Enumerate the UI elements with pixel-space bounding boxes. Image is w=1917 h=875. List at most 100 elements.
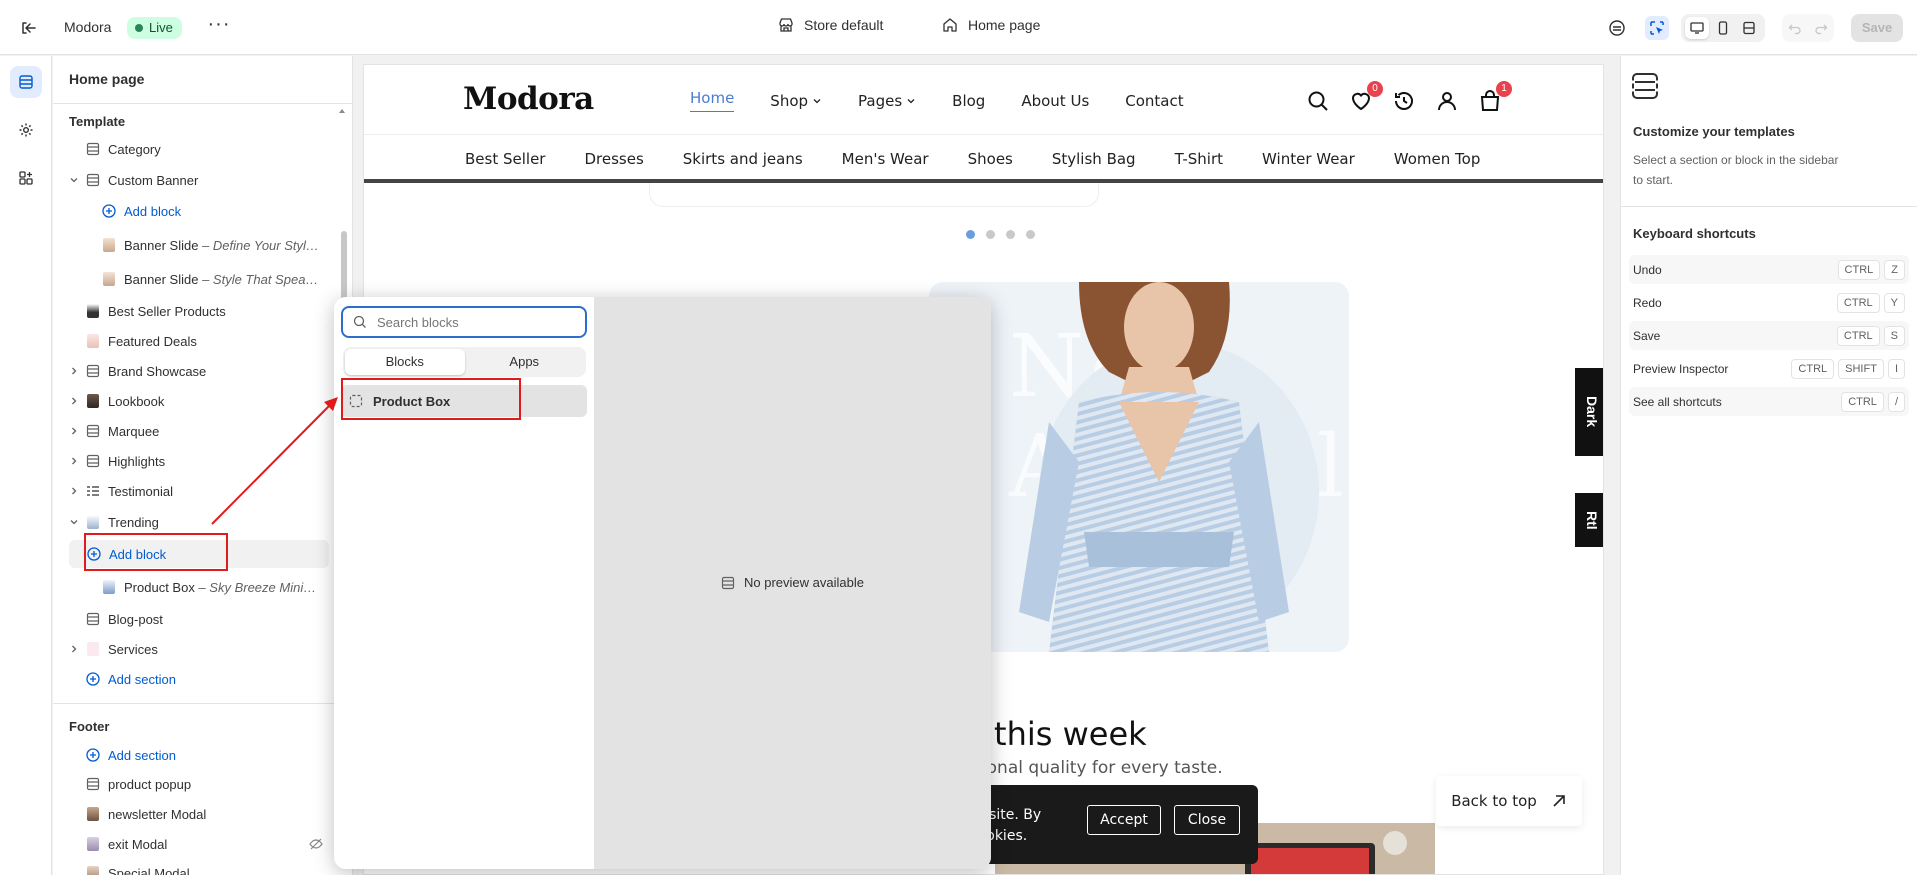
tree-item-custom-banner[interactable]: Custom Banner <box>53 166 329 194</box>
wishlist-heart-icon[interactable]: 0 <box>1349 81 1383 113</box>
tree-item-brand-showcase[interactable]: Brand Showcase <box>53 357 329 385</box>
back-to-top-button[interactable]: Back to top <box>1436 776 1582 826</box>
mobile-icon[interactable] <box>1711 17 1735 39</box>
see-all-shortcuts-link[interactable]: See all shortcuts CTRL / <box>1629 387 1909 416</box>
section-icon <box>721 576 735 589</box>
status-label: Live <box>149 20 173 35</box>
redo-icon[interactable] <box>1814 21 1828 35</box>
chevron-right-icon[interactable] <box>67 454 81 468</box>
image-thumb <box>87 394 99 408</box>
category-link[interactable]: Skirts and jeans <box>683 150 803 168</box>
nav-home[interactable]: Home <box>690 89 735 112</box>
tree-item-lookbook[interactable]: Lookbook <box>53 387 329 415</box>
template-heading: Template <box>69 114 126 129</box>
tree-item-testimonial[interactable]: Testimonial <box>53 477 329 505</box>
tree-item-product-popup[interactable]: product popup <box>53 770 329 798</box>
carousel-dot[interactable] <box>1006 230 1015 239</box>
search-blocks-field[interactable] <box>341 306 587 338</box>
accept-button[interactable]: Accept <box>1087 805 1161 835</box>
chevron-right-icon[interactable] <box>67 364 81 378</box>
carousel-dot[interactable] <box>966 230 975 239</box>
more-actions-button[interactable]: ··· <box>207 14 231 39</box>
site-logo[interactable]: Modora <box>463 81 594 117</box>
tab-apps[interactable]: Apps <box>465 349 585 375</box>
add-block-button[interactable]: Add block <box>53 197 329 225</box>
tree-item-services[interactable]: Services <box>53 635 329 663</box>
exit-icon[interactable] <box>18 18 38 38</box>
store-selector[interactable]: Store default <box>778 17 883 33</box>
tree-item-marquee[interactable]: Marquee <box>53 417 329 445</box>
chevron-down-icon[interactable] <box>67 515 81 529</box>
apps-icon[interactable] <box>10 162 42 194</box>
shortcut-row: Undo CTRL Z <box>1629 255 1909 284</box>
divider <box>1621 206 1917 207</box>
inspector-icon[interactable] <box>1645 16 1669 40</box>
category-link[interactable]: Best Seller <box>465 150 545 168</box>
undo-icon[interactable] <box>1788 21 1802 35</box>
category-link[interactable]: Shoes <box>968 150 1013 168</box>
search-icon[interactable] <box>1306 89 1330 113</box>
nav-pages[interactable]: Pages <box>858 89 916 112</box>
dark-mode-tab[interactable]: Dark <box>1575 368 1603 456</box>
settings-gear-icon[interactable] <box>10 114 42 146</box>
tree-item-category[interactable]: Category <box>53 135 329 163</box>
category-link[interactable]: Women Top <box>1394 150 1481 168</box>
add-section-button[interactable]: Add section <box>53 741 329 769</box>
sections-icon[interactable] <box>10 66 42 98</box>
chevron-right-icon[interactable] <box>67 642 81 656</box>
add-section-button[interactable]: Add section <box>53 665 329 693</box>
shortcut-label: Redo <box>1633 295 1662 310</box>
nav-shop[interactable]: Shop <box>770 89 822 112</box>
category-link[interactable]: Winter Wear <box>1262 150 1355 168</box>
app-embed-icon[interactable] <box>1605 16 1629 40</box>
cart-bag-icon[interactable]: 1 <box>1478 81 1512 113</box>
tree-item-highlights[interactable]: Highlights <box>53 447 329 475</box>
app-name: Modora <box>64 19 112 35</box>
category-link[interactable]: Stylish Bag <box>1052 150 1136 168</box>
tree-item-trending[interactable]: Trending <box>53 508 329 536</box>
desktop-icon[interactable] <box>1685 17 1709 39</box>
tree-item-best-seller[interactable]: Best Seller Products <box>53 297 329 325</box>
nav-contact[interactable]: Contact <box>1125 89 1183 112</box>
nav-blog[interactable]: Blog <box>952 89 985 112</box>
tree-item-banner-slide[interactable]: Banner Slide – Define Your Style... <box>53 231 329 259</box>
account-user-icon[interactable] <box>1435 89 1459 113</box>
rtl-tab[interactable]: Rtl <box>1575 493 1603 547</box>
device-toggle <box>1681 14 1765 42</box>
close-button[interactable]: Close <box>1174 805 1240 835</box>
tree-item-label: Brand Showcase <box>108 363 207 379</box>
back-to-top-label: Back to top <box>1451 792 1537 810</box>
eye-hidden-icon[interactable] <box>309 837 323 851</box>
chevron-right-icon[interactable] <box>67 424 81 438</box>
tab-blocks[interactable]: Blocks <box>345 349 465 375</box>
tree-item-newsletter-modal[interactable]: newsletter Modal <box>53 800 329 828</box>
save-button[interactable]: Save <box>1851 14 1903 42</box>
carousel-dot[interactable] <box>986 230 995 239</box>
tree-item-special-modal[interactable]: Special Modal <box>53 859 329 875</box>
page-selector[interactable]: Home page <box>942 17 1040 33</box>
tree-item-product-box[interactable]: Product Box – Sky Breeze Mini D... <box>53 573 329 601</box>
tree-item-blog-post[interactable]: Blog-post <box>53 605 329 633</box>
nav-about[interactable]: About Us <box>1021 89 1089 112</box>
category-bar: Best Seller Dresses Skirts and jeans Men… <box>364 135 1603 183</box>
category-link[interactable]: T-Shirt <box>1175 150 1223 168</box>
category-link[interactable]: Dresses <box>584 150 643 168</box>
tree-item-featured-deals[interactable]: Featured Deals <box>53 327 329 355</box>
tree-item-banner-slide[interactable]: Banner Slide – Style That Speak... <box>53 265 329 293</box>
category-list: Best Seller Dresses Skirts and jeans Men… <box>465 150 1519 168</box>
store-icon <box>779 18 793 32</box>
chevron-right-icon[interactable] <box>67 484 81 498</box>
fullwidth-icon[interactable] <box>1737 17 1761 39</box>
tree-item-label: Services <box>108 641 158 657</box>
category-link[interactable]: Men's Wear <box>842 150 929 168</box>
chevron-down-icon[interactable] <box>67 173 81 187</box>
scroll-up-icon[interactable] <box>337 106 347 116</box>
carousel-dot[interactable] <box>1026 230 1035 239</box>
tree-item-exit-modal[interactable]: exit Modal <box>53 830 329 858</box>
chevron-right-icon[interactable] <box>67 394 81 408</box>
hero-banner[interactable]: New Arrivals <box>929 282 1349 652</box>
history-icon[interactable] <box>1392 89 1416 113</box>
search-input[interactable] <box>377 314 567 330</box>
tree-item-label: Special Modal <box>108 865 190 875</box>
tree-item-label: Custom Banner <box>108 172 199 188</box>
